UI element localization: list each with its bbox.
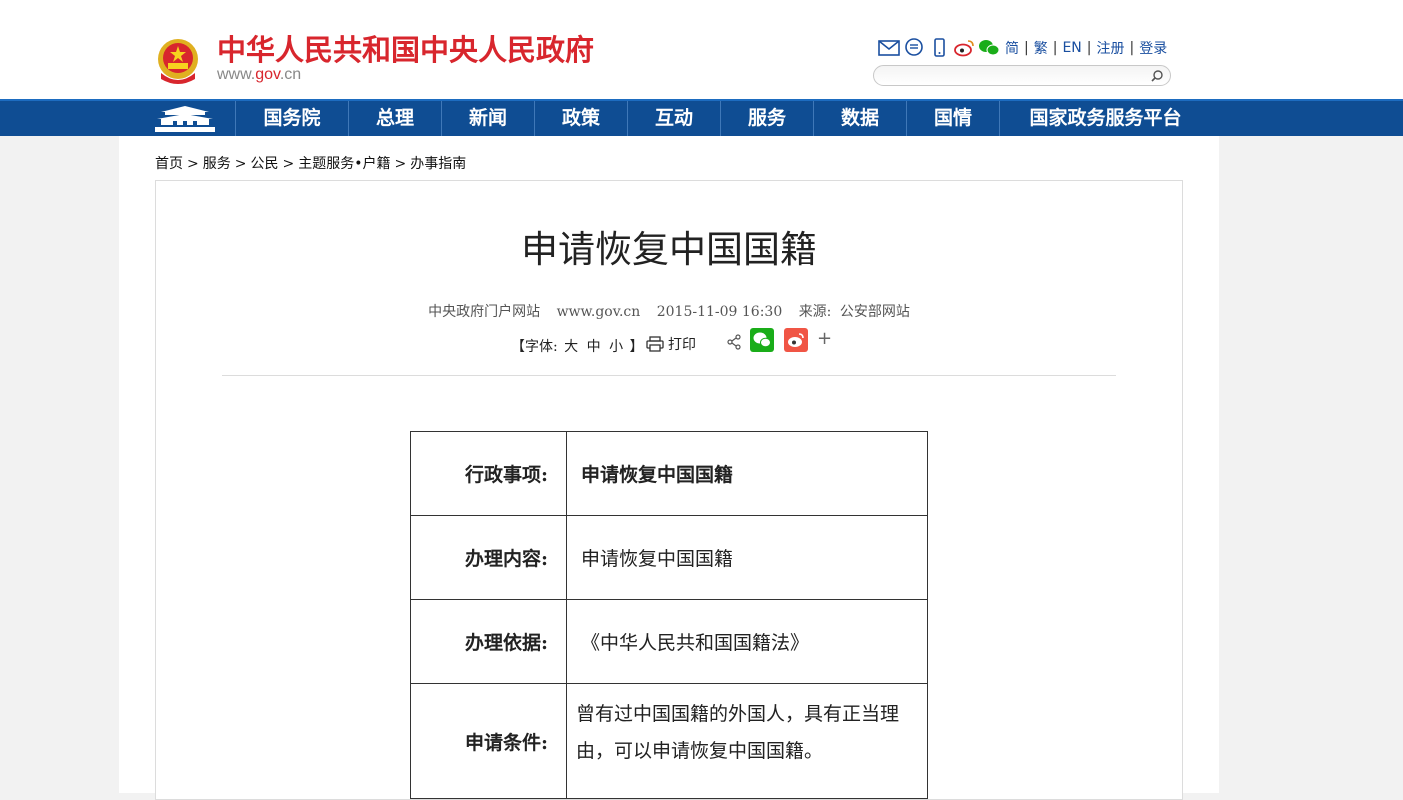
lang-simplified[interactable]: 简: [1005, 38, 1019, 58]
guide-table: 行政事项: 申请恢复中国国籍 办理内容: 申请恢复中国国籍 办理依据: 《中华人…: [410, 431, 928, 799]
font-control-open: 【字体:: [511, 339, 558, 355]
header-tools: 简 | 繁 | EN | 注册 | 登录: [878, 37, 1169, 59]
site-url[interactable]: www.gov.cn: [217, 66, 301, 84]
nav-item-premier[interactable]: 总理: [348, 101, 441, 136]
table-value: 曾有过中国国籍的外国人，具有正当理由，可以申请恢复中国国籍。: [566, 683, 928, 799]
table-value: 申请恢复中国国籍: [566, 431, 928, 516]
weibo-icon[interactable]: [953, 38, 975, 58]
meta-url: www.gov.cn: [556, 304, 641, 320]
nav-item-policy[interactable]: 政策: [534, 101, 627, 136]
table-row: 申请条件: 曾有过中国国籍的外国人，具有正当理由，可以申请恢复中国国籍。: [410, 683, 928, 799]
table-value: 《中华人民共和国国籍法》: [566, 599, 928, 684]
divider: |: [1129, 40, 1135, 56]
nav-item-interaction[interactable]: 互动: [627, 101, 720, 136]
divider: |: [1052, 40, 1058, 56]
breadcrumb-home[interactable]: 首页: [155, 156, 183, 172]
print-button[interactable]: 打印: [646, 334, 696, 354]
table-row: 办理依据: 《中华人民共和国国籍法》: [410, 599, 928, 684]
nav-item-services[interactable]: 服务: [720, 101, 813, 136]
breadcrumb-separator: >: [234, 156, 247, 172]
url-prefix: www.: [217, 66, 256, 83]
lang-traditional[interactable]: 繁: [1034, 38, 1048, 58]
meta-source-label: 来源:: [798, 304, 832, 320]
divider: [222, 375, 1116, 376]
nav-item-state-council[interactable]: 国务院: [235, 101, 348, 136]
nav-item-gov-service-platform[interactable]: 国家政务服务平台: [999, 101, 1211, 136]
table-row: 办理内容: 申请恢复中国国籍: [410, 515, 928, 600]
article-meta: 中央政府门户网站 www.gov.cn 2015-11-09 16:30 来源:…: [0, 301, 1338, 321]
table-key: 办理依据:: [410, 599, 567, 684]
font-size-medium[interactable]: 中: [587, 339, 601, 355]
article-title: 申请恢复中国国籍: [521, 228, 817, 271]
breadcrumb-separator: >: [394, 156, 407, 172]
url-suffix: .cn: [279, 66, 302, 83]
font-size-control: 【字体: 大 中 小 】: [511, 336, 644, 356]
wechat-share-icon[interactable]: [750, 328, 774, 352]
breadcrumb-separator: >: [187, 156, 199, 172]
mail-icon[interactable]: [878, 38, 900, 58]
nav-item-data[interactable]: 数据: [813, 101, 906, 136]
table-row: 行政事项: 申请恢复中国国籍: [410, 431, 928, 516]
divider: |: [1024, 40, 1029, 56]
breadcrumb-separator: >: [282, 156, 295, 172]
table-key: 申请条件:: [410, 683, 567, 799]
national-emblem-icon[interactable]: [155, 37, 201, 85]
site-header: 中华人民共和国中央人民政府 www.gov.cn 简 | 繁 | EN | 注册…: [0, 0, 1403, 99]
breadcrumb-services[interactable]: 服务: [203, 156, 231, 172]
lang-english[interactable]: EN: [1062, 40, 1081, 56]
share-icon[interactable]: [726, 334, 742, 350]
url-mid: gov: [255, 66, 280, 83]
register-link[interactable]: 注册: [1096, 38, 1124, 58]
meta-source: 公安部网站: [839, 304, 910, 320]
main-nav: 国务院 总理 新闻 政策 互动 服务 数据 国情 国家政务服务平台: [0, 99, 1403, 136]
meta-site: 中央政府门户网站: [428, 304, 541, 320]
message-icon[interactable]: [903, 38, 925, 58]
search-icon[interactable]: [1150, 69, 1164, 83]
nav-item-national-info[interactable]: 国情: [906, 101, 999, 136]
table-key: 行政事项:: [410, 431, 567, 516]
meta-datetime: 2015-11-09 16:30: [656, 304, 783, 320]
breadcrumb-citizen[interactable]: 公民: [250, 156, 278, 172]
font-size-large[interactable]: 大: [564, 339, 578, 355]
font-size-small[interactable]: 小: [609, 339, 623, 355]
breadcrumb-guide[interactable]: 办事指南: [410, 156, 466, 172]
nav-item-news[interactable]: 新闻: [441, 101, 534, 136]
print-label: 打印: [668, 337, 696, 353]
weibo-share-icon[interactable]: [784, 328, 808, 352]
table-value: 申请恢复中国国籍: [566, 515, 928, 600]
table-key: 办理内容:: [410, 515, 567, 600]
breadcrumb-household[interactable]: 主题服务•户籍: [298, 156, 390, 172]
wechat-icon[interactable]: [978, 38, 1000, 58]
mobile-icon[interactable]: [928, 38, 950, 58]
tiananmen-home-icon[interactable]: [153, 104, 217, 134]
divider: |: [1086, 40, 1092, 56]
search-input[interactable]: [873, 65, 1171, 86]
printer-icon: [646, 336, 664, 352]
font-control-close: 】: [629, 339, 644, 355]
site-name[interactable]: 中华人民共和国中央人民政府: [217, 31, 594, 69]
breadcrumb: 首页 > 服务 > 公民 > 主题服务•户籍 > 办事指南: [155, 153, 466, 173]
more-share-button[interactable]: +: [817, 328, 832, 349]
login-link[interactable]: 登录: [1139, 38, 1167, 58]
